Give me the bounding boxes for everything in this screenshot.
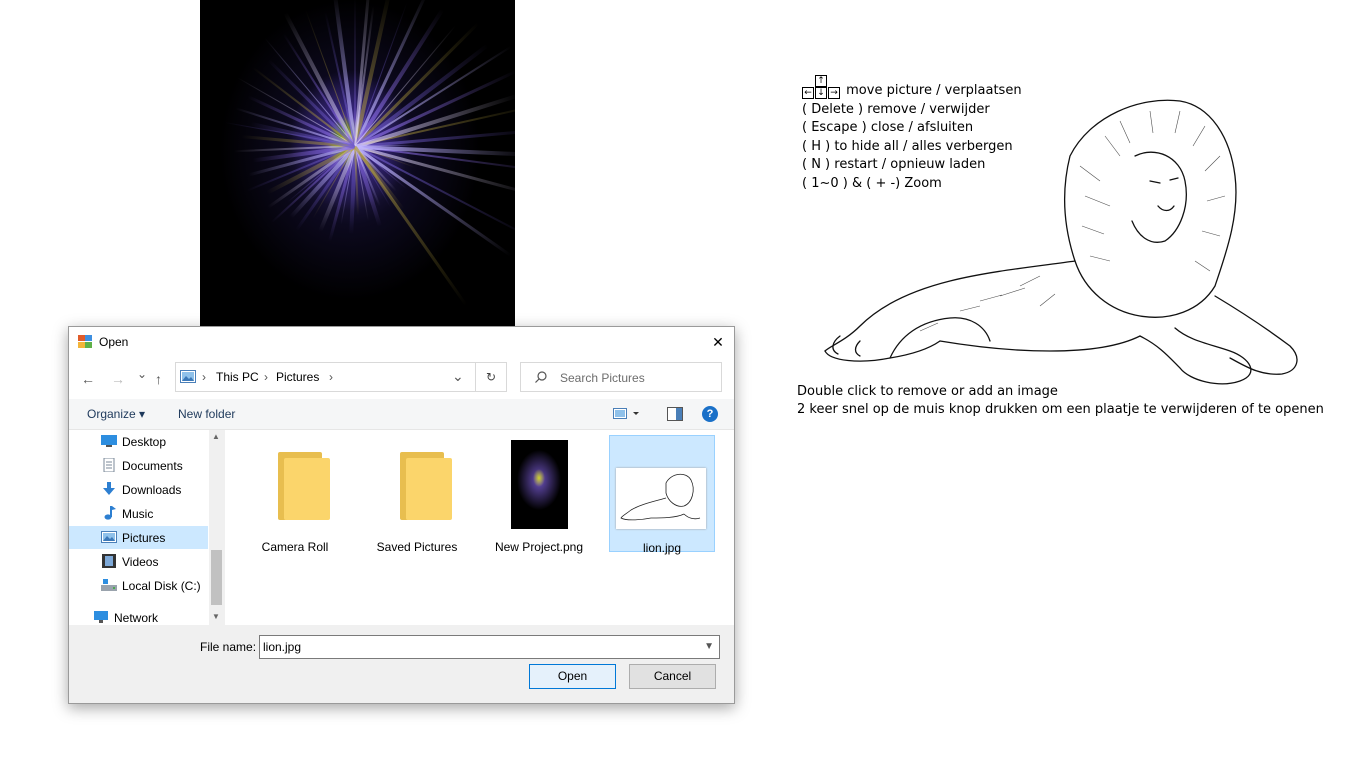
pictures-icon xyxy=(101,531,117,543)
arrow-keys-icon: ↑ ← ↓ → xyxy=(802,75,842,99)
forward-button[interactable]: → xyxy=(111,371,125,387)
file-item-saved-pictures[interactable]: Saved Pictures xyxy=(365,435,469,554)
sidebar-scrollbar[interactable]: ▲ ▼ xyxy=(209,430,224,625)
new-folder-button[interactable]: New folder xyxy=(178,407,235,421)
cancel-button[interactable]: Cancel xyxy=(629,664,716,689)
network-icon xyxy=(94,611,108,623)
desktop-icon xyxy=(101,435,117,447)
file-item-lion[interactable]: lion.jpg xyxy=(609,435,715,555)
sidebar-item-label: Music xyxy=(122,507,154,521)
usage-hint: Double click to remove or add an image 2… xyxy=(797,383,1324,419)
navigation-bar: ← → ⌄ ↑ › This PC › Pictures › ⌄ ↻ Searc… xyxy=(69,357,734,399)
sidebar-item-pictures[interactable]: Pictures xyxy=(69,526,208,549)
image-thumbnail xyxy=(511,440,568,529)
sidebar-item-videos[interactable]: Videos xyxy=(69,550,208,573)
help-button[interactable]: ? xyxy=(702,406,718,422)
open-file-dialog: Open ✕ ← → ⌄ ↑ › This PC › Pictures › ⌄ … xyxy=(68,326,735,704)
search-icon xyxy=(535,371,547,383)
dialog-titlebar[interactable]: Open ✕ xyxy=(69,327,734,357)
file-name: lion.jpg xyxy=(642,541,682,555)
back-button[interactable]: ← xyxy=(81,371,95,387)
address-bar[interactable]: › This PC › Pictures › ⌄ xyxy=(175,362,507,392)
recent-locations-button[interactable]: ⌄ xyxy=(137,367,147,381)
sidebar-item-local-disk[interactable]: Local Disk (C:) xyxy=(69,574,208,597)
breadcrumb-this-pc[interactable]: This PC xyxy=(216,370,259,384)
file-name: Camera Roll xyxy=(261,540,329,554)
file-name-label: File name: xyxy=(200,640,257,654)
sidebar-item-desktop[interactable]: Desktop xyxy=(69,430,208,453)
sidebar-item-label: Documents xyxy=(122,459,183,473)
sidebar-item-label: Videos xyxy=(122,555,159,569)
file-name-field[interactable]: lion.jpg ▼ xyxy=(259,635,720,659)
file-name: New Project.png xyxy=(494,540,584,554)
folder-icon xyxy=(400,452,454,520)
command-bar: Organize ▾ New folder ? xyxy=(69,399,734,430)
scroll-up-icon[interactable]: ▲ xyxy=(212,432,220,441)
search-box[interactable]: Search Pictures xyxy=(520,362,722,392)
music-icon xyxy=(104,506,116,520)
preview-pane-icon[interactable] xyxy=(667,407,683,421)
dialog-footer: File name: lion.jpg ▼ Open Cancel xyxy=(69,625,734,703)
up-button[interactable]: ↑ xyxy=(155,371,162,387)
refresh-button[interactable]: ↻ xyxy=(475,362,507,392)
organize-menu[interactable]: Organize ▾ xyxy=(87,407,145,421)
disk-icon xyxy=(101,579,117,591)
open-button[interactable]: Open xyxy=(529,664,616,689)
lion-picture[interactable] xyxy=(820,96,1310,396)
sidebar-item-label: Network xyxy=(114,611,159,625)
sidebar-item-label: Downloads xyxy=(122,483,182,497)
folder-icon xyxy=(278,452,332,520)
scroll-down-icon[interactable]: ▼ xyxy=(212,612,220,621)
address-dropdown-icon[interactable]: ⌄ xyxy=(452,368,464,385)
app-icon xyxy=(78,335,92,348)
abstract-picture[interactable] xyxy=(200,0,515,326)
lion-thumbnail-icon xyxy=(620,473,701,521)
sidebar-item-network[interactable]: Network xyxy=(69,606,208,625)
burst-ray xyxy=(354,0,356,146)
file-item-new-project[interactable]: New Project.png xyxy=(487,435,591,554)
file-list: Camera Roll Saved Pictures New Project.p… xyxy=(225,430,734,625)
usage-hint-line: 2 keer snel op de muis knop drukken om e… xyxy=(797,402,1324,417)
dialog-title: Open xyxy=(99,335,129,349)
close-button[interactable]: ✕ xyxy=(702,327,734,357)
sidebar-item-label: Desktop xyxy=(122,435,167,449)
file-name-value: lion.jpg xyxy=(263,640,302,654)
file-item-camera-roll[interactable]: Camera Roll xyxy=(243,435,347,554)
downloads-icon xyxy=(103,482,115,495)
sidebar-item-label: Pictures xyxy=(122,531,166,545)
sidebar-item-music[interactable]: Music xyxy=(69,502,208,525)
sidebar-item-downloads[interactable]: Downloads xyxy=(69,478,208,501)
sidebar-item-label: Local Disk (C:) xyxy=(122,579,201,593)
documents-icon xyxy=(103,458,115,472)
search-placeholder: Search Pictures xyxy=(560,371,645,385)
scroll-thumb[interactable] xyxy=(211,550,222,605)
breadcrumb-pictures[interactable]: Pictures xyxy=(276,370,319,384)
change-view-icon[interactable] xyxy=(613,408,641,420)
file-name-dropdown-icon[interactable]: ▼ xyxy=(704,636,714,658)
image-thumbnail xyxy=(616,468,706,529)
videos-icon xyxy=(102,554,116,568)
pictures-icon xyxy=(180,370,196,383)
sidebar-item-documents[interactable]: Documents xyxy=(69,454,208,477)
file-name: Saved Pictures xyxy=(376,540,458,554)
navigation-pane: Desktop Documents Downloads Music Pictur… xyxy=(69,430,225,625)
usage-hint-line: Double click to remove or add an image xyxy=(797,384,1058,399)
